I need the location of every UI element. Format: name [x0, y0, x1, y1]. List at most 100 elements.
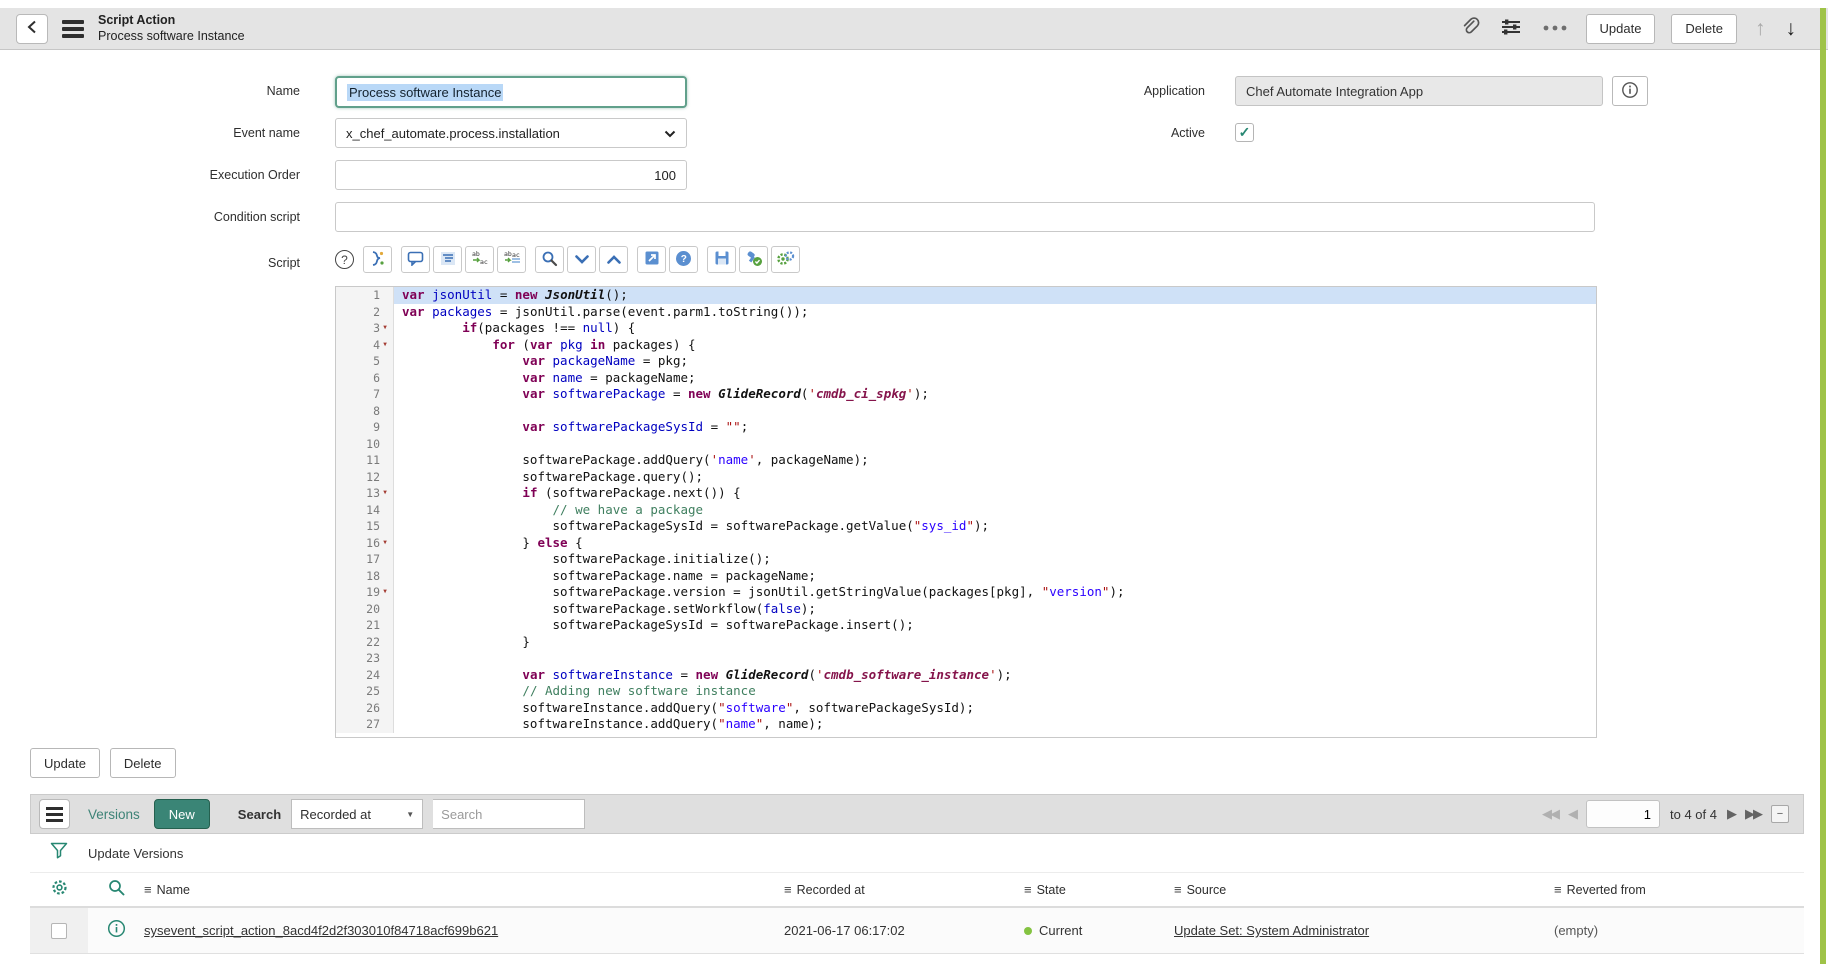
open-new-window-button[interactable] — [637, 246, 666, 273]
line-number-gutter: 4▼ — [336, 337, 394, 354]
breadcrumb[interactable]: Update Versions — [88, 846, 183, 861]
find-previous-button[interactable] — [599, 246, 628, 273]
list-personalize-button[interactable] — [30, 878, 88, 902]
script-help-button[interactable]: ? — [335, 250, 354, 269]
format-code-button[interactable] — [363, 246, 392, 273]
code-line[interactable]: 3▼ if(packages !== null) { — [336, 320, 1596, 337]
toggle-comment-button[interactable] — [401, 246, 430, 273]
code-line[interactable]: 6 var name = packageName; — [336, 370, 1596, 387]
code-line[interactable]: 23 — [336, 650, 1596, 667]
page-number-input[interactable] — [1586, 800, 1660, 828]
more-options-button[interactable] — [1540, 19, 1570, 38]
version-record-link[interactable]: sysevent_script_action_8acd4f2d2f303010f… — [144, 923, 498, 938]
code-line[interactable]: 26 softwareInstance.addQuery("software",… — [336, 700, 1596, 717]
code-line[interactable]: 9 var softwarePackageSysId = ""; — [336, 419, 1596, 436]
first-page-button[interactable]: ◀◀ — [1542, 806, 1558, 822]
next-page-button[interactable]: ▶ — [1727, 806, 1735, 822]
format-document-button[interactable] — [433, 246, 462, 273]
code-line[interactable]: 17 softwarePackage.initialize(); — [336, 551, 1596, 568]
code-line[interactable]: 4▼ for (var pkg in packages) { — [336, 337, 1596, 354]
replace-all-button[interactable]: abac — [497, 246, 526, 273]
footer-delete-button[interactable]: Delete — [110, 748, 176, 778]
code-line[interactable]: 25 // Adding new software instance — [336, 683, 1596, 700]
context-menu-icon[interactable] — [62, 20, 84, 38]
tab-versions[interactable]: Versions — [88, 807, 140, 822]
line-number-gutter: 18 — [336, 568, 394, 585]
list-context-menu-button[interactable] — [39, 799, 70, 829]
back-button[interactable] — [16, 14, 48, 44]
gear-icon — [50, 878, 69, 902]
attachment-button[interactable] — [1458, 15, 1482, 42]
run-script-button[interactable] — [771, 246, 800, 273]
line-number-gutter: 14 — [336, 502, 394, 519]
code-line[interactable]: 24 var softwareInstance = new GlideRecor… — [336, 667, 1596, 684]
find-next-button[interactable] — [567, 246, 596, 273]
delete-button[interactable]: Delete — [1671, 14, 1737, 44]
code-line[interactable]: 15 softwarePackageSysId = softwarePackag… — [336, 518, 1596, 535]
replace-all-icon: abac — [503, 250, 521, 269]
line-number-gutter: 21 — [336, 617, 394, 634]
event-name-select[interactable]: x_chef_automate.process.installation — [335, 118, 687, 148]
source-link[interactable]: Update Set: System Administrator — [1174, 923, 1369, 938]
code-line[interactable]: 27 softwareInstance.addQuery("name", nam… — [336, 716, 1596, 733]
cell-recorded-at: 2021-06-17 06:17:02 — [784, 923, 1024, 938]
replace-button[interactable]: abac — [465, 246, 494, 273]
code-line[interactable]: 8 — [336, 403, 1596, 420]
column-header-recorded-at[interactable]: ≡Recorded at — [784, 882, 1024, 897]
filter-funnel-icon[interactable] — [50, 842, 68, 864]
code-line[interactable]: 5 var packageName = pkg; — [336, 353, 1596, 370]
personalize-form-button[interactable] — [1498, 15, 1524, 42]
column-header-reverted-from[interactable]: ≡Reverted from — [1554, 882, 1804, 897]
line-number-gutter: 16▼ — [336, 535, 394, 552]
code-line[interactable]: 10 — [336, 436, 1596, 453]
code-line[interactable]: 11 softwarePackage.addQuery('name', pack… — [336, 452, 1596, 469]
code-line[interactable]: 22 } — [336, 634, 1596, 651]
syntax-check-button[interactable] — [739, 246, 768, 273]
code-line[interactable]: 7 var softwarePackage = new GlideRecord(… — [336, 386, 1596, 403]
previous-page-button[interactable]: ◀ — [1568, 806, 1576, 822]
line-number-gutter: 22 — [336, 634, 394, 651]
previous-record-button[interactable]: ↑ — [1753, 15, 1768, 43]
application-label: Application — [905, 76, 1205, 106]
save-button[interactable] — [707, 246, 736, 273]
column-header-name[interactable]: ≡Name — [144, 882, 784, 897]
search-button[interactable] — [535, 246, 564, 273]
column-menu-icon: ≡ — [144, 882, 152, 897]
update-button[interactable]: Update — [1586, 14, 1656, 44]
code-line[interactable]: 18 softwarePackage.name = packageName; — [336, 568, 1596, 585]
application-info-button[interactable] — [1612, 76, 1648, 106]
new-version-button[interactable]: New — [154, 799, 210, 829]
code-line[interactable]: 16▼ } else { — [336, 535, 1596, 552]
column-header-source[interactable]: ≡Source — [1174, 882, 1554, 897]
last-page-button[interactable]: ▶▶ — [1745, 806, 1761, 822]
editor-help-button[interactable]: ? — [669, 246, 698, 273]
svg-text:ab: ab — [504, 250, 512, 258]
active-checkbox[interactable]: ✓ — [1235, 123, 1254, 142]
collapse-list-button[interactable]: − — [1771, 805, 1789, 823]
code-line[interactable]: 19▼ softwarePackage.version = jsonUtil.g… — [336, 584, 1596, 601]
versions-related-list: Versions New Search Recorded at ▼ ◀◀ ◀ t… — [30, 794, 1804, 954]
record-name-subtitle: Process software Instance — [98, 29, 245, 45]
condition-script-input[interactable] — [335, 202, 1595, 232]
footer-update-button[interactable]: Update — [30, 748, 100, 778]
code-line[interactable]: 21 softwarePackageSysId = softwarePackag… — [336, 617, 1596, 634]
script-code-editor[interactable]: 1var jsonUtil = new JsonUtil();2var pack… — [335, 286, 1597, 738]
code-line[interactable]: 20 softwarePackage.setWorkflow(false); — [336, 601, 1596, 618]
code-line[interactable]: 1var jsonUtil = new JsonUtil(); — [336, 287, 1596, 304]
code-line[interactable]: 2var packages = jsonUtil.parse(event.par… — [336, 304, 1596, 321]
row-preview-button[interactable] — [88, 919, 144, 943]
line-number-gutter: 9 — [336, 419, 394, 436]
search-column-select[interactable]: Recorded at ▼ — [291, 799, 423, 829]
list-search-input[interactable] — [433, 799, 585, 829]
condition-script-label: Condition script — [0, 202, 300, 232]
execution-order-input[interactable] — [335, 160, 687, 190]
table-row[interactable]: sysevent_script_action_8acd4f2d2f303010f… — [30, 908, 1804, 954]
row-checkbox[interactable] — [51, 923, 67, 939]
next-record-button[interactable]: ↓ — [1784, 15, 1799, 43]
code-line[interactable]: 13▼ if (softwarePackage.next()) { — [336, 485, 1596, 502]
code-line[interactable]: 12 softwarePackage.query(); — [336, 469, 1596, 486]
column-search-button[interactable] — [88, 878, 144, 902]
code-line[interactable]: 14 // we have a package — [336, 502, 1596, 519]
name-input[interactable]: Process software Instance — [335, 76, 687, 108]
column-header-state[interactable]: ≡State — [1024, 882, 1174, 897]
